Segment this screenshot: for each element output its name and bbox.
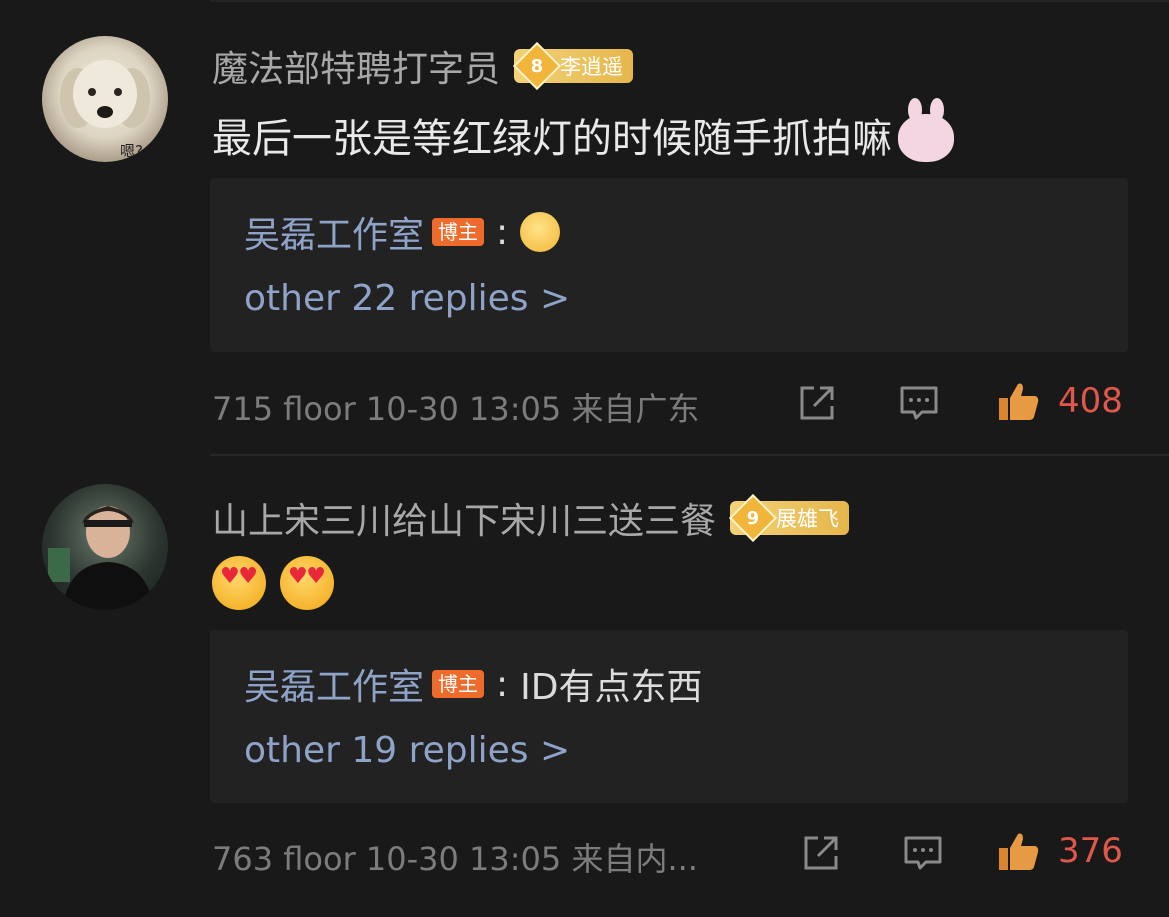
username[interactable]: 山上宋三川给山下宋川三送三餐 9 展雄飞 (212, 492, 850, 544)
reply-separator: : (496, 663, 509, 705)
reply-preview: 吴磊工作室 博主 : ID有点东西 (244, 658, 703, 710)
avatar[interactable] (42, 484, 168, 610)
username[interactable]: 魔法部特聘打字员 8 李逍遥 (212, 40, 634, 92)
share-icon (800, 386, 834, 420)
like-button[interactable]: 408 (996, 378, 1123, 424)
person-avatar-icon (48, 506, 154, 610)
comment-item: 嗯? 魔法部特聘打字员 8 李逍遥 最后一张是等红绿灯的时候随手抓拍嘛 吴磊工作… (0, 0, 1169, 458)
reply-separator: : (496, 211, 509, 253)
comment-meta: 715 floor 10-30 13:05 来自广东 (212, 390, 700, 428)
like-count: 408 (1058, 381, 1123, 421)
comment-content: 最后一张是等红绿灯的时候随手抓拍嘛 (212, 98, 954, 164)
avatar-caption: 嗯? (120, 142, 143, 160)
comment-item: 山上宋三川给山下宋川三送三餐 9 展雄飞 吴磊工作室 博主 : ID有点东西 o… (0, 458, 1169, 917)
reply-author[interactable]: 吴磊工作室 (244, 658, 424, 710)
more-replies-link[interactable]: other 22 replies > (244, 278, 570, 319)
comment-content (212, 556, 334, 610)
username-text: 魔法部特聘打字员 (212, 49, 501, 90)
blogger-badge: 博主 (432, 218, 485, 246)
avatar[interactable]: 嗯? (42, 36, 168, 162)
fan-badge-name: 李逍遥 (560, 55, 624, 79)
blogger-badge: 博主 (432, 670, 485, 698)
reply-author[interactable]: 吴磊工作室 (244, 206, 424, 258)
divider (210, 454, 1169, 456)
comment-button[interactable] (902, 832, 944, 874)
fan-badge[interactable]: 8 李逍遥 (512, 41, 634, 91)
fan-badge-name: 展雄飞 (776, 507, 840, 531)
shush-emoji-icon (520, 212, 561, 252)
reply-preview: 吴磊工作室 博主 : (244, 206, 561, 258)
share-button[interactable] (796, 382, 838, 424)
heart-eyes-emoji-icon (280, 556, 334, 610)
fan-level-icon: 9 (728, 493, 778, 543)
reply-box[interactable]: 吴磊工作室 博主 : ID有点东西 other 19 replies > (210, 630, 1128, 803)
fan-badge[interactable]: 9 展雄飞 (728, 493, 850, 543)
thumbs-up-icon (999, 383, 1039, 420)
share-button[interactable] (800, 832, 842, 874)
dog-avatar-icon: 嗯? (60, 60, 150, 160)
thumbs-up-icon (999, 833, 1039, 870)
comment-icon (904, 836, 942, 870)
comment-button[interactable] (898, 382, 940, 424)
username-text: 山上宋三川给山下宋川三送三餐 (212, 501, 717, 542)
more-replies-link[interactable]: other 19 replies > (244, 730, 570, 771)
share-icon (804, 836, 838, 870)
like-button[interactable]: 376 (996, 828, 1123, 874)
comment-meta: 763 floor 10-30 13:05 来自内... (212, 840, 698, 878)
reply-text: ID有点东西 (520, 667, 703, 708)
comment-icon (900, 386, 938, 420)
fan-level-icon: 8 (512, 41, 562, 91)
heart-eyes-emoji-icon (212, 556, 266, 610)
reply-box[interactable]: 吴磊工作室 博主 : other 22 replies > (210, 178, 1128, 352)
bunny-emoji-icon (898, 98, 954, 162)
like-count: 376 (1058, 831, 1123, 871)
comment-text: 最后一张是等红绿灯的时候随手抓拍嘛 (212, 116, 892, 162)
